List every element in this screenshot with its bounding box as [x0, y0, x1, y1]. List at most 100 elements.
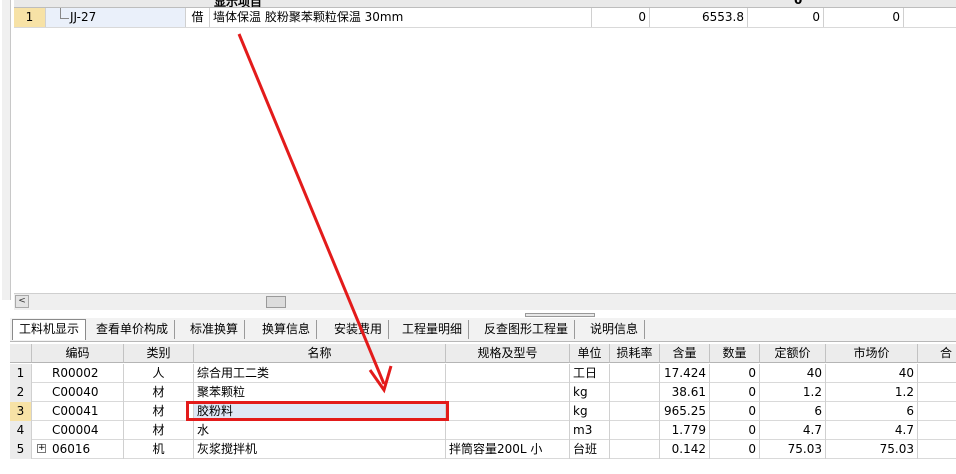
cell-category[interactable]: 机	[124, 440, 194, 459]
tab-unit-price[interactable]: 查看单价构成	[90, 320, 176, 339]
quota-name[interactable]: 墙体保温 胶粉聚苯颗粒保温 30mm	[210, 8, 592, 27]
cell-quantity[interactable]: 0	[710, 364, 760, 383]
cell-name[interactable]: 水	[194, 421, 446, 440]
top-quota-grid	[0, 0, 956, 295]
cell-base-price[interactable]: 6	[760, 402, 826, 421]
cell-content[interactable]: 0.142	[660, 440, 710, 459]
row-number: 5	[10, 440, 32, 459]
col-loss-rate[interactable]: 损耗率	[610, 344, 660, 363]
cell-total[interactable]	[918, 421, 956, 440]
horizontal-scrollbar[interactable]: <	[14, 293, 956, 310]
cell-unit[interactable]: 台班	[570, 440, 610, 459]
cell-quantity[interactable]: 0	[710, 440, 760, 459]
cell-total[interactable]	[918, 364, 956, 383]
cell-loss-rate[interactable]	[610, 402, 660, 421]
quota-value-2: 6553.8	[650, 8, 748, 27]
cell-code[interactable]: C00040	[32, 383, 124, 402]
cell-market-price[interactable]: 6	[826, 402, 918, 421]
table-row[interactable]: 1 R00002 人 综合用工二类 工日 17.424 0 40 40	[10, 364, 956, 383]
cell-spec[interactable]	[446, 383, 570, 402]
cell-spec[interactable]: 拌筒容量200L 小	[446, 440, 570, 459]
col-code[interactable]: 编码	[32, 344, 124, 363]
col-content[interactable]: 含量	[660, 344, 710, 363]
cell-spec[interactable]	[446, 421, 570, 440]
tab-quantity-detail[interactable]: 工程量明细	[396, 320, 470, 339]
cell-total[interactable]	[918, 440, 956, 459]
col-total[interactable]: 合	[918, 344, 956, 363]
cell-base-price[interactable]: 40	[760, 364, 826, 383]
cell-unit[interactable]: kg	[570, 402, 610, 421]
cell-category[interactable]: 人	[124, 364, 194, 383]
cell-content[interactable]: 38.61	[660, 383, 710, 402]
cell-market-price[interactable]: 4.7	[826, 421, 918, 440]
cell-loss-rate[interactable]	[610, 440, 660, 459]
cell-name[interactable]: 灰浆搅拌机	[194, 440, 446, 459]
cell-code[interactable]: C00004	[32, 421, 124, 440]
quota-value-4: 0	[824, 8, 904, 27]
cell-code[interactable]: R00002	[32, 364, 124, 383]
cell-code[interactable]: + 06016	[32, 440, 124, 459]
table-row-selected[interactable]: 3 C00041 材 胶粉料 kg 965.25 0 6 6	[10, 402, 956, 421]
cell-code-text: 06016	[52, 442, 91, 456]
col-market-price[interactable]: 市场价	[826, 344, 918, 363]
row-number: 1	[14, 8, 46, 27]
cell-content[interactable]: 965.25	[660, 402, 710, 421]
cell-unit[interactable]: kg	[570, 383, 610, 402]
quota-row[interactable]: 1 JJ-27 借 墙体保温 胶粉聚苯颗粒保温 30mm 0 6553.8 0 …	[14, 8, 956, 28]
table-row[interactable]: 2 C00040 材 聚苯颗粒 kg 38.61 0 1.2 1.2	[10, 383, 956, 402]
col-base-price[interactable]: 定额价	[760, 344, 826, 363]
tab-install-fee[interactable]: 安装费用	[328, 320, 390, 339]
tab-reverse-graphic-quantity[interactable]: 反查图形工程量	[478, 320, 576, 339]
top-grid-header: 显示项目 0	[14, 0, 956, 8]
cell-category[interactable]: 材	[124, 383, 194, 402]
quota-code[interactable]: JJ-27	[46, 8, 186, 27]
cell-category[interactable]: 材	[124, 421, 194, 440]
cell-base-price[interactable]: 4.7	[760, 421, 826, 440]
cell-category[interactable]: 材	[124, 402, 194, 421]
left-splitter[interactable]	[2, 0, 11, 300]
cell-quantity[interactable]: 0	[710, 421, 760, 440]
tab-standard-conversion[interactable]: 标准换算	[184, 320, 246, 339]
col-quantity[interactable]: 数量	[710, 344, 760, 363]
cell-content[interactable]: 1.779	[660, 421, 710, 440]
cell-code[interactable]: C00041	[32, 402, 124, 421]
cell-content[interactable]: 17.424	[660, 364, 710, 383]
col-spec[interactable]: 规格及型号	[446, 344, 570, 363]
tab-description[interactable]: 说明信息	[584, 320, 646, 339]
col-unit[interactable]: 单位	[570, 344, 610, 363]
cell-loss-rate[interactable]	[610, 421, 660, 440]
cell-loss-rate[interactable]	[610, 383, 660, 402]
cell-spec[interactable]	[446, 364, 570, 383]
quota-value-1: 0	[592, 8, 650, 27]
resource-grid: 编码 类别 名称 规格及型号 单位 损耗率 含量 数量 定额价 市场价 合 1 …	[10, 344, 956, 474]
cell-unit[interactable]: 工日	[570, 364, 610, 383]
cell-name[interactable]: 聚苯颗粒	[194, 383, 446, 402]
scroll-thumb[interactable]	[266, 296, 286, 308]
table-row[interactable]: 5 + 06016 机 灰浆搅拌机 拌筒容量200L 小 台班 0.142 0 …	[10, 440, 956, 459]
tab-resource-display[interactable]: 工料机显示	[12, 319, 87, 340]
cell-loss-rate[interactable]	[610, 364, 660, 383]
row-number: 2	[10, 383, 32, 402]
cell-name[interactable]: 综合用工二类	[194, 364, 446, 383]
pane-splitter-handle[interactable]	[525, 313, 595, 317]
tab-conversion-info[interactable]: 换算信息	[256, 320, 318, 339]
cell-market-price[interactable]: 75.03	[826, 440, 918, 459]
cell-market-price[interactable]: 40	[826, 364, 918, 383]
cell-total[interactable]	[918, 383, 956, 402]
cell-base-price[interactable]: 1.2	[760, 383, 826, 402]
plus-icon[interactable]: +	[37, 444, 46, 453]
col-name[interactable]: 名称	[194, 344, 446, 363]
chevron-left-icon[interactable]: <	[15, 295, 29, 308]
cell-quantity[interactable]: 0	[710, 402, 760, 421]
header-partial-value: 0	[794, 0, 803, 7]
cell-market-price[interactable]: 1.2	[826, 383, 918, 402]
table-row[interactable]: 4 C00004 材 水 m3 1.779 0 4.7 4.7	[10, 421, 956, 440]
cell-base-price[interactable]: 75.03	[760, 440, 826, 459]
col-category[interactable]: 类别	[124, 344, 194, 363]
cell-unit[interactable]: m3	[570, 421, 610, 440]
cell-quantity[interactable]: 0	[710, 383, 760, 402]
row-number-header	[10, 344, 32, 363]
cell-spec[interactable]	[446, 402, 570, 421]
row-number: 1	[10, 364, 32, 383]
cell-total[interactable]	[918, 402, 956, 421]
